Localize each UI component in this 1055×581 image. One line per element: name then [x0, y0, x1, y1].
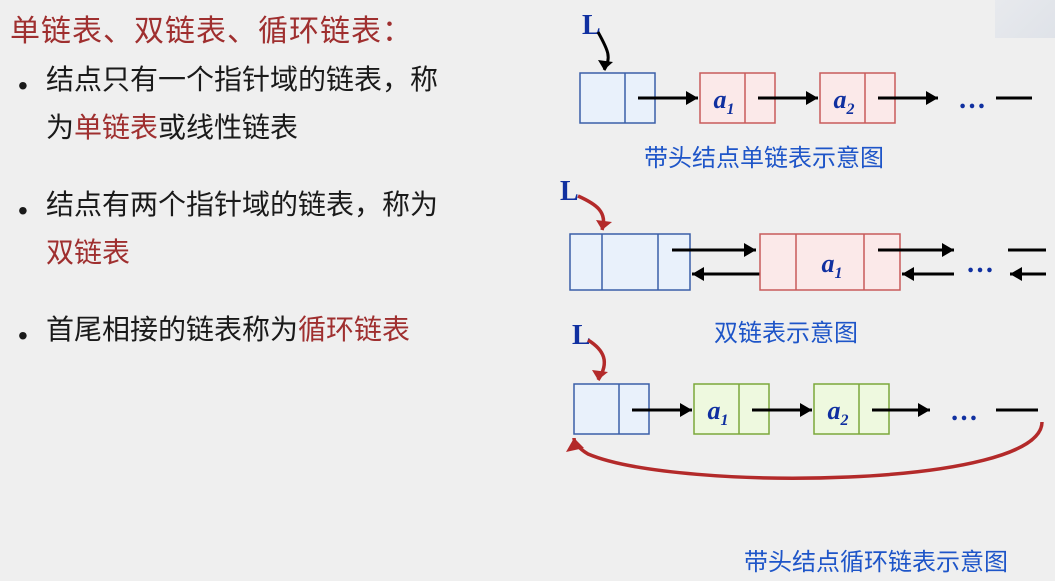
- bullet-3-term: 循环链表: [298, 314, 410, 345]
- bullet-1-suffix: 或线性链表: [158, 112, 298, 143]
- caption-circular: 带头结点循环链表示意图: [744, 542, 1008, 577]
- bullet-1-line1: 结点只有一个指针域的链表，称: [46, 64, 438, 95]
- singly-linked-list-diagram: a1 a2: [560, 18, 1055, 138]
- bullet-3: • 首尾相接的链表称为循环链表: [46, 306, 566, 354]
- bullet-1: • 结点只有一个指针域的链表，称 为单链表或线性链表: [46, 56, 566, 152]
- slide: { "heading": "单链表、双链表、循环链表：", "bullets":…: [0, 0, 1055, 581]
- corner-image-fragment: [995, 0, 1055, 38]
- bullet-2: • 结点有两个指针域的链表，称为 双链表: [46, 181, 566, 277]
- caption-singly: 带头结点单链表示意图: [644, 138, 884, 173]
- bullet-2-term: 双链表: [46, 237, 130, 268]
- bullet-3-prefix: 首尾相接的链表称为: [46, 314, 298, 345]
- ellipsis-3: …: [950, 396, 978, 428]
- ellipsis-2: …: [966, 248, 994, 280]
- ellipsis-1: …: [958, 84, 986, 116]
- bullet-1-prefix: 为: [46, 112, 74, 143]
- doubly-linked-list-diagram: a1: [560, 182, 1055, 312]
- title-text: 单链表、双链表、循环链表：: [10, 6, 413, 50]
- bullet-2-line1: 结点有两个指针域的链表，称为: [46, 189, 438, 220]
- bullet-dot: •: [18, 62, 28, 110]
- bullet-dot: •: [18, 187, 28, 235]
- bullet-dot: •: [18, 312, 28, 360]
- circular-linked-list-diagram: a1 a2: [548, 326, 1055, 536]
- bullet-1-term: 单链表: [74, 112, 158, 143]
